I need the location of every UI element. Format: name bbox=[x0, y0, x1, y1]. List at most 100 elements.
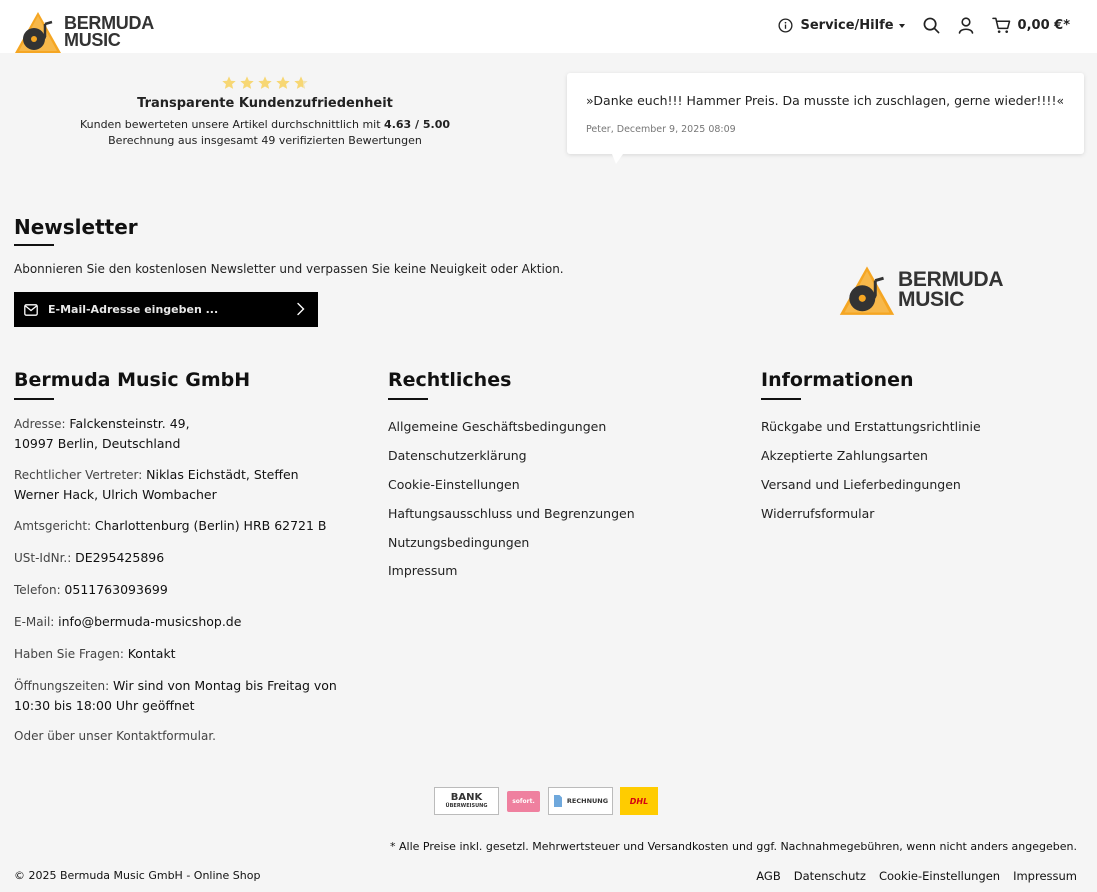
hours-value1: Wir sind von Montag bis Freitag von bbox=[112, 678, 337, 693]
review-quote: »Danke euch!!! Hammer Preis. Da musste i… bbox=[586, 93, 1065, 108]
star-rating bbox=[30, 75, 500, 91]
legal-underline bbox=[388, 398, 428, 400]
star-icon bbox=[240, 76, 254, 89]
info-link-widerruf[interactable]: Widerrufsformular bbox=[761, 506, 874, 521]
sofort-label: sofort. bbox=[512, 798, 535, 805]
newsletter-title: Newsletter bbox=[14, 215, 138, 239]
company-questions: Haben Sie Fragen: Kontakt bbox=[14, 644, 344, 664]
service-label: Service/Hilfe bbox=[800, 17, 894, 33]
rating-subtext: Berechnung aus insgesamt 49 verifizierte… bbox=[108, 134, 422, 147]
contact-link[interactable]: Kontakt bbox=[128, 646, 176, 661]
cart-icon bbox=[991, 17, 1010, 33]
bottom-links: AGB Datenschutz Cookie-Einstellungen Imp… bbox=[756, 869, 1077, 883]
info-icon bbox=[778, 17, 794, 33]
legal-link-datenschutz[interactable]: Datenschutzerklärung bbox=[388, 448, 527, 463]
bottom-link-agb[interactable]: AGB bbox=[756, 869, 780, 883]
hours-value2: 10:30 bis 18:00 Uhr geöffnet bbox=[14, 698, 195, 713]
info-underline bbox=[761, 398, 801, 400]
search-icon bbox=[923, 17, 939, 33]
address-label: Adresse: bbox=[14, 417, 70, 431]
bottom-link-impressum[interactable]: Impressum bbox=[1013, 869, 1077, 883]
bottom-link-cookies[interactable]: Cookie-Einstellungen bbox=[879, 869, 1000, 883]
header-nav: Service/Hilfe 0,00 €* bbox=[760, 14, 1070, 36]
newsletter-email-input[interactable]: E-Mail-Adresse eingeben ... bbox=[14, 292, 318, 327]
contact-form-link[interactable]: Oder über unser Kontaktformular. bbox=[14, 727, 344, 746]
newsletter-text: Abonnieren Sie den kostenlosen Newslette… bbox=[14, 262, 564, 276]
brand-logo[interactable]: BERMUDA MUSIC bbox=[14, 10, 154, 54]
rating-band: Transparente Kundenzufriedenheit Kunden … bbox=[0, 53, 1097, 191]
vinyl-logo-icon bbox=[15, 12, 61, 53]
cart-total: 0,00 €* bbox=[1017, 17, 1070, 33]
review-card: »Danke euch!!! Hammer Preis. Da musste i… bbox=[567, 73, 1084, 164]
copyright: © 2025 Bermuda Music GmbH - Online Shop bbox=[14, 869, 261, 882]
rating-summary: Transparente Kundenzufriedenheit Kunden … bbox=[30, 75, 500, 147]
rating-text: Kunden bewerteten unsere Artikel durchsc… bbox=[30, 118, 500, 131]
company-court: Amtsgericht: Charlottenburg (Berlin) HRB… bbox=[14, 516, 344, 536]
questions-label: Haben Sie Fragen: bbox=[14, 647, 128, 661]
star-half-icon bbox=[294, 76, 308, 89]
rep-value1: Niklas Eichstädt, Steffen bbox=[146, 467, 299, 482]
legal-link-nutzung[interactable]: Nutzungsbedingungen bbox=[388, 535, 529, 550]
payment-dhl: DHL bbox=[620, 787, 658, 815]
rating-text-prefix: Kunden bewerteten unsere Artikel durchsc… bbox=[79, 118, 385, 131]
invoice-label: RECHNUNG bbox=[566, 797, 609, 805]
rep-label: Rechtlicher Vertreter: bbox=[14, 468, 147, 482]
star-icon bbox=[276, 76, 290, 89]
rating-score: 4.63 / 5.00 bbox=[384, 118, 451, 131]
email-label: E-Mail: bbox=[14, 615, 59, 629]
company-representative: Rechtlicher Vertreter: Niklas Eichstädt,… bbox=[14, 465, 344, 504]
site-header: BERMUDA MUSIC Service/Hilfe 0,00 €* bbox=[0, 0, 1097, 53]
user-icon bbox=[958, 16, 973, 34]
cart-button[interactable]: 0,00 €* bbox=[991, 17, 1070, 34]
chevron-down-icon bbox=[898, 24, 905, 28]
legal-link-cookies[interactable]: Cookie-Einstellungen bbox=[388, 477, 520, 492]
info-title: Informationen bbox=[761, 369, 914, 391]
chevron-right-icon[interactable] bbox=[296, 302, 306, 316]
info-link-zahlungsarten[interactable]: Akzeptierte Zahlungsarten bbox=[761, 448, 928, 463]
legal-title: Rechtliches bbox=[388, 369, 512, 391]
legal-link-agb[interactable]: Allgemeine Geschäftsbedingungen bbox=[388, 419, 606, 434]
vat-label: USt-IdNr.: bbox=[14, 551, 76, 565]
info-link-versand[interactable]: Versand und Lieferbedingungen bbox=[761, 477, 961, 492]
legal-link-haftung[interactable]: Haftungsausschluss und Begrenzungen bbox=[388, 506, 635, 521]
company-email: E-Mail: info@bermuda-musicshop.de bbox=[14, 612, 344, 632]
bank-line1: BANK bbox=[450, 792, 483, 803]
address-line1: Falckensteinstr. 49, bbox=[69, 416, 190, 431]
brand-line2: MUSIC bbox=[64, 30, 121, 50]
search-button[interactable] bbox=[923, 17, 940, 34]
bottom-link-datenschutz[interactable]: Datenschutz bbox=[794, 869, 866, 883]
email-link[interactable]: info@bermuda-musicshop.de bbox=[58, 614, 241, 629]
company-address: Adresse: Falckensteinstr. 49, 10997 Berl… bbox=[14, 414, 344, 453]
vat-value: DE295425896 bbox=[75, 550, 165, 565]
rating-title: Transparente Kundenzufriedenheit bbox=[137, 96, 393, 111]
review-meta: Peter, December 9, 2025 08:09 bbox=[586, 124, 736, 135]
price-disclaimer: * Alle Preise inkl. gesetzl. Mehrwertste… bbox=[390, 840, 1077, 853]
vinyl-logo-icon bbox=[839, 266, 895, 315]
company-underline bbox=[14, 398, 54, 400]
rep-value2: Werner Hack, Ulrich Wombacher bbox=[14, 487, 217, 502]
payment-bank-transfer: BANK ÜBERWEISUNG bbox=[434, 787, 499, 815]
hours-label: Öffnungszeiten: bbox=[14, 679, 113, 693]
document-icon bbox=[553, 795, 562, 807]
info-link-rueckgabe[interactable]: Rückgabe und Erstattungsrichtlinie bbox=[761, 419, 981, 434]
payment-invoice: RECHNUNG bbox=[548, 787, 613, 815]
court-value: Charlottenburg (Berlin) HRB 62721 B bbox=[94, 518, 327, 533]
dhl-label: DHL bbox=[629, 796, 649, 806]
address-line2: 10997 Berlin, Deutschland bbox=[14, 436, 181, 451]
newsletter-placeholder: E-Mail-Adresse eingeben ... bbox=[48, 303, 219, 316]
company-hours: Öffnungszeiten: Wir sind von Montag bis … bbox=[14, 676, 344, 715]
account-button[interactable] bbox=[958, 16, 974, 34]
court-label: Amtsgericht: bbox=[14, 519, 95, 533]
service-menu[interactable]: Service/Hilfe bbox=[778, 17, 905, 33]
bank-line2: ÜBERWEISUNG bbox=[445, 803, 488, 809]
legal-link-impressum[interactable]: Impressum bbox=[388, 563, 457, 578]
phone-link[interactable]: 0511763093699 bbox=[64, 582, 167, 597]
payment-sofort: sofort. bbox=[507, 791, 540, 812]
footer-brand-line2: MUSIC bbox=[898, 288, 965, 311]
footer-brand-line1: BERMUDA bbox=[898, 268, 1004, 292]
star-icon bbox=[222, 76, 236, 89]
star-icon bbox=[258, 76, 272, 89]
company-vat: USt-IdNr.: DE295425896 bbox=[14, 548, 344, 568]
company-phone: Telefon: 0511763093699 bbox=[14, 580, 344, 600]
newsletter-underline bbox=[14, 244, 54, 246]
